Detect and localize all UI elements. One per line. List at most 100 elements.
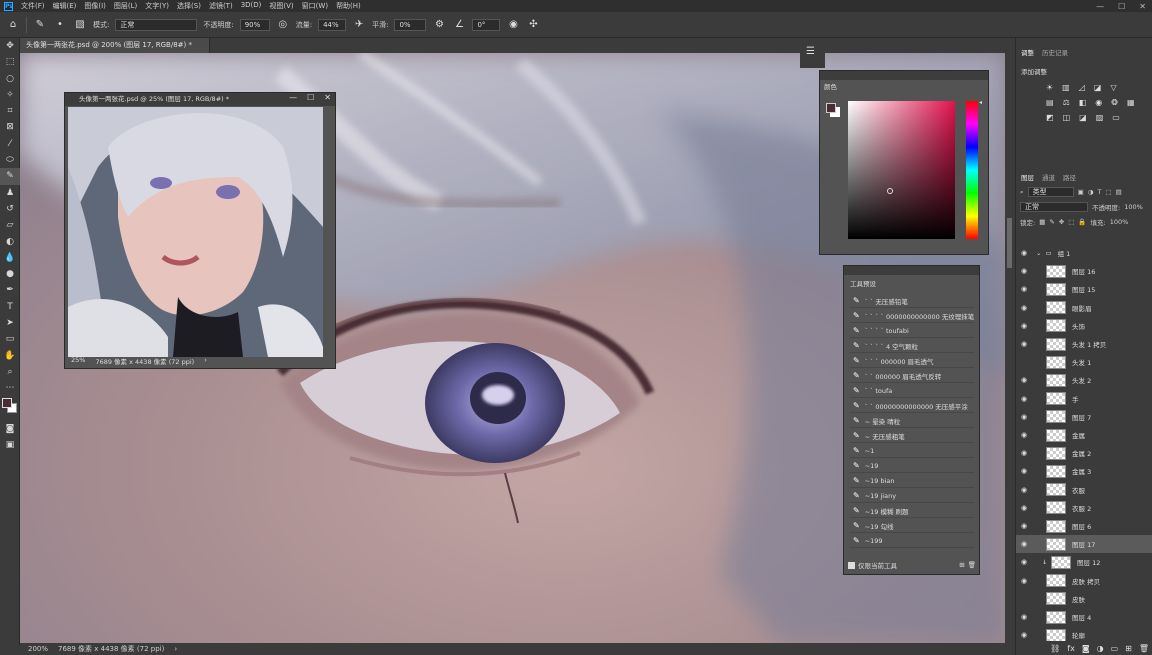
blend-mode-select[interactable]: 正常 xyxy=(1020,202,1088,212)
canvas-scrollbar[interactable] xyxy=(1005,53,1015,643)
brush-settings-icon[interactable]: ▧ xyxy=(73,18,87,32)
exposure-icon[interactable]: ◪ xyxy=(1094,83,1102,98)
visibility-eye-icon[interactable]: ◉ xyxy=(1016,486,1032,494)
brush-item[interactable]: ✎ ` ` ` ` 0000000000000 无纹理抹笔 xyxy=(850,309,974,323)
brightness-icon[interactable]: ☀ xyxy=(1046,83,1053,98)
tab-adjustments[interactable]: 调整 xyxy=(1021,47,1034,57)
brush-item[interactable]: ✎ ` ` ` 000000 眉毛透气 xyxy=(850,354,974,368)
brush-item[interactable]: ✎ ` ` ` ` 4 空气颗粒 xyxy=(850,339,974,353)
layer-row[interactable]: ◉ ↓ 图层 12 xyxy=(1016,553,1152,571)
posterize-icon[interactable]: ◫ xyxy=(1063,113,1071,128)
angle-field[interactable]: 0° xyxy=(472,18,501,31)
invert-icon[interactable]: ◩ xyxy=(1046,113,1054,128)
current-tool-only-checkbox[interactable] xyxy=(848,561,855,569)
blur-tool-icon[interactable]: 💧 xyxy=(0,250,20,266)
layer-row[interactable]: ◉ 衣服 2 xyxy=(1016,499,1152,517)
threshold-icon[interactable]: ◪ xyxy=(1079,113,1087,128)
nav-zoom[interactable]: 25% xyxy=(71,356,85,366)
menu-item[interactable]: 3D(D) xyxy=(241,1,262,11)
new-layer-icon[interactable]: ⊞ xyxy=(1125,644,1132,653)
menu-item[interactable]: 文件(F) xyxy=(21,1,45,11)
layer-row[interactable]: ◉ 眼影眉 xyxy=(1016,299,1152,317)
brush-item[interactable]: ✎ ~19 xyxy=(850,459,974,473)
brush-item[interactable]: ✎ ~ 无压感粗笔 xyxy=(850,429,974,443)
color-picker-marker[interactable] xyxy=(887,188,893,194)
smooth-field[interactable]: 0% xyxy=(394,18,427,31)
layer-row[interactable]: ◉ 头饰 xyxy=(1016,317,1152,335)
layer-row[interactable]: ◉ 手 xyxy=(1016,390,1152,408)
pressure-size-icon[interactable]: ◉ xyxy=(506,18,520,32)
new-group-icon[interactable]: ▭ xyxy=(1111,644,1119,653)
color-field[interactable] xyxy=(848,101,955,239)
delete-preset-icon[interactable]: 🗑 xyxy=(968,561,976,569)
brush-item[interactable]: ✎ ~ 晕染 晴粒 xyxy=(850,414,974,428)
visibility-eye-icon[interactable]: ◉ xyxy=(1016,395,1032,403)
gradient-tool-icon[interactable]: ◐ xyxy=(0,234,20,250)
layer-row[interactable]: ◉ 轮廓 xyxy=(1016,626,1152,642)
history-brush-tool-icon[interactable]: ↺ xyxy=(0,201,20,217)
visibility-eye-icon[interactable]: ◉ xyxy=(1016,467,1032,475)
brush-item[interactable]: ✎ ~19 jiany xyxy=(850,489,974,503)
visibility-eye-icon[interactable]: ◉ xyxy=(1016,431,1032,439)
stamp-tool-icon[interactable]: ♟ xyxy=(0,185,20,201)
layer-row[interactable]: ◉ 金属 2 xyxy=(1016,444,1152,462)
status-zoom[interactable]: 200% xyxy=(28,643,48,655)
curves-icon[interactable]: ◿ xyxy=(1079,83,1085,98)
menu-item[interactable]: 文字(Y) xyxy=(145,1,169,11)
menu-item[interactable]: 帮助(H) xyxy=(336,1,361,11)
brush-item[interactable]: ✎ ` ` ` ` toufabi xyxy=(850,324,974,338)
visibility-eye-icon[interactable]: ◉ xyxy=(1016,322,1032,330)
visibility-eye-icon[interactable]: ◉ xyxy=(1016,613,1032,621)
flow-field[interactable]: 44% xyxy=(318,18,347,31)
visibility-eye-icon[interactable]: ◉ xyxy=(1016,595,1032,603)
visibility-eye-icon[interactable]: ◉ xyxy=(1016,540,1032,548)
brush-item[interactable]: ✎ ` ` 无压感铅笔 xyxy=(850,294,974,308)
visibility-eye-icon[interactable]: ◉ xyxy=(1016,285,1032,293)
quick-mask-icon[interactable]: ◙ xyxy=(0,421,20,437)
color-panel[interactable]: 颜色 ◂ xyxy=(819,70,989,255)
layer-row-selected[interactable]: ◉ 图层 17 xyxy=(1016,535,1152,554)
visibility-eye-icon[interactable]: ◉ xyxy=(1016,504,1032,512)
new-preset-icon[interactable]: ⊞ xyxy=(959,561,964,569)
visibility-eye-icon[interactable]: ◉ xyxy=(1016,631,1032,639)
lock-all-icon[interactable]: 🔒 xyxy=(1078,218,1086,226)
document-tab[interactable]: 头像第一两张花.psd @ 200% (图层 17, RGB/8#) * xyxy=(20,38,210,53)
fill-value[interactable]: 100% xyxy=(1110,218,1129,226)
nav-maximize-icon[interactable]: ☐ xyxy=(307,93,314,102)
adjustment-layer-icon[interactable]: ◑ xyxy=(1097,644,1104,653)
path-select-tool-icon[interactable]: ➤ xyxy=(0,315,20,331)
expand-chevron-icon[interactable]: ⌄ xyxy=(1036,249,1041,257)
delete-layer-icon[interactable]: 🗑 xyxy=(1139,644,1149,653)
gear-icon[interactable]: ⚙ xyxy=(432,18,446,32)
layer-row[interactable]: ◉ 图层 16 xyxy=(1016,262,1152,280)
vibrance-icon[interactable]: ▽ xyxy=(1110,83,1116,98)
photo-filter-icon[interactable]: ◉ xyxy=(1095,98,1102,113)
menu-item[interactable]: 图像(I) xyxy=(84,1,106,11)
color-panel-tab[interactable]: 颜色 xyxy=(824,81,837,91)
brush-item[interactable]: ✎ ~19 模糊 刷题 xyxy=(850,504,974,518)
scrollbar-thumb[interactable] xyxy=(1007,218,1012,268)
gradient-map-icon[interactable]: ▭ xyxy=(1112,113,1120,128)
hand-tool-icon[interactable]: ✋ xyxy=(0,348,20,364)
color-swatches[interactable] xyxy=(0,397,20,421)
menu-item[interactable]: 编辑(E) xyxy=(53,1,77,11)
eyedropper-tool-icon[interactable]: ⁄ xyxy=(0,136,20,152)
visibility-eye-icon[interactable]: ◉ xyxy=(1016,558,1032,566)
visibility-eye-icon[interactable]: ◉ xyxy=(1016,413,1032,421)
lock-transparent-icon[interactable]: ▦ xyxy=(1039,218,1045,226)
nav-close-icon[interactable]: ✕ xyxy=(324,93,331,102)
color-lookup-icon[interactable]: ▦ xyxy=(1127,98,1135,113)
move-tool-icon[interactable]: ✥ xyxy=(0,38,20,54)
filter-smart-icon[interactable]: ▤ xyxy=(1116,188,1122,196)
foreground-color-swatch[interactable] xyxy=(2,397,12,408)
visibility-eye-icon[interactable]: ◉ xyxy=(1016,449,1032,457)
tab-history[interactable]: 历史记录 xyxy=(1042,47,1068,57)
lock-position-icon[interactable]: ✥ xyxy=(1059,218,1064,226)
layer-row[interactable]: ◉ 金属 3 xyxy=(1016,462,1152,480)
filter-adjust-icon[interactable]: ◑ xyxy=(1088,188,1094,196)
layer-row[interactable]: ◉ 衣服 xyxy=(1016,481,1152,499)
status-arrow-icon[interactable]: › xyxy=(174,643,177,655)
layer-mask-icon[interactable]: ◙ xyxy=(1082,644,1090,653)
zoom-tool-icon[interactable]: ⌕ xyxy=(0,364,20,380)
visibility-eye-icon[interactable]: ◉ xyxy=(1016,577,1032,585)
